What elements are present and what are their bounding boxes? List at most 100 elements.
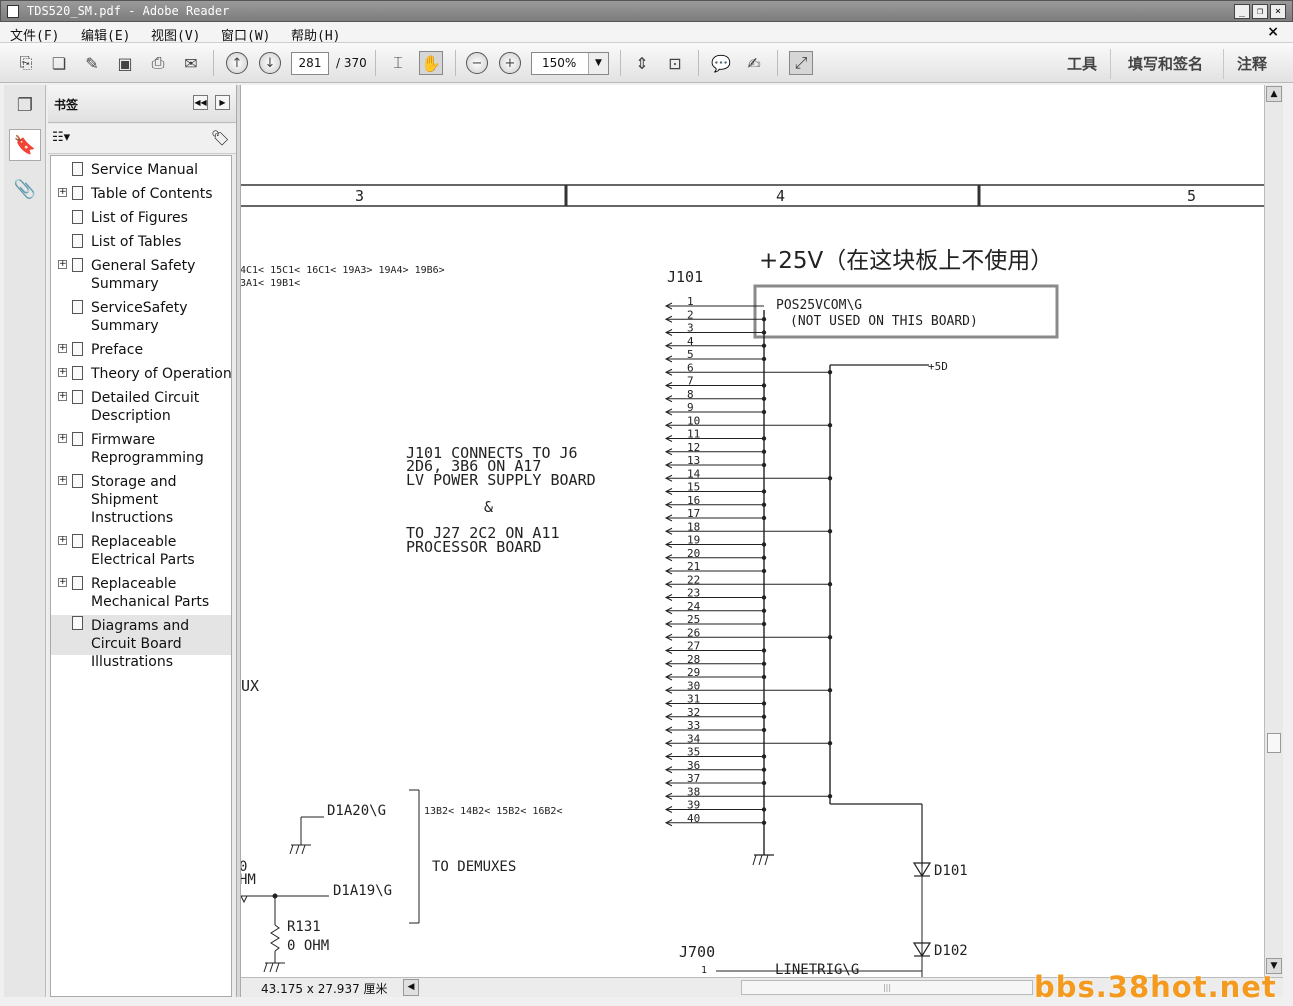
bookmark-diagrams[interactable]: Diagrams and Circuit Board Illustrations [51, 615, 231, 670]
xref-top-1: 4C1< 15C1< 16C1< 19A3> 19A4> 19B6> [241, 265, 445, 276]
expand-icon[interactable]: + [58, 260, 67, 269]
scroll-up-icon[interactable]: ▲ [1266, 86, 1282, 102]
menu-file[interactable]: 文件(F) [10, 25, 59, 44]
bookmark-icon [72, 616, 83, 630]
fit-page-icon[interactable]: ⊡ [663, 51, 687, 75]
pin-number-label: 37 [687, 772, 700, 785]
bookmark-replaceable-mechanical-parts[interactable]: + Replaceable Mechanical Parts [51, 575, 231, 613]
pin-number-label: 2 [687, 308, 694, 321]
close-window-button[interactable]: × [1270, 4, 1286, 19]
pin-number-label: 12 [687, 441, 700, 454]
bookmark-service-manual[interactable]: Service Manual [51, 161, 231, 181]
schematic-page: 3 4 5 +25V（在这块板上不使用） 4C1< 15C1< 16C1< 19… [241, 184, 1264, 977]
window-title: TDS520_SM.pdf - Adobe Reader [27, 4, 230, 18]
expand-icon[interactable]: + [58, 392, 67, 401]
title-bar: TDS520_SM.pdf - Adobe Reader _ ❐ × [0, 0, 1293, 22]
expand-panel-icon[interactable]: ▶ [215, 95, 230, 110]
fit-width-icon[interactable]: ⇕ [630, 51, 654, 75]
edit-pdf-icon[interactable]: ✎ [80, 51, 104, 75]
attachments-icon[interactable]: 📎 [9, 173, 41, 205]
bookmark-firmware-reprogramming[interactable]: + Firmware Reprogramming [51, 431, 231, 469]
print-icon[interactable]: ⎙ [146, 51, 170, 75]
combine-files-icon[interactable]: ❏ [47, 51, 71, 75]
tab-comment[interactable]: 注释 [1237, 53, 1267, 74]
menu-window[interactable]: 窗口(W) [221, 25, 270, 44]
bookmark-icon [72, 432, 83, 446]
minimize-button[interactable]: _ [1234, 4, 1250, 19]
previous-page-icon[interactable]: ↑ [226, 52, 248, 74]
expand-icon[interactable]: + [58, 578, 67, 587]
pin-number-label: 39 [687, 799, 700, 812]
pin-number-label: 5 [687, 348, 694, 361]
pin-number-label: 25 [687, 613, 700, 626]
close-document-icon[interactable]: × [1267, 24, 1279, 40]
bookmark-list-of-tables[interactable]: List of Tables [51, 233, 231, 253]
tab-tools[interactable]: 工具 [1067, 53, 1097, 74]
expand-icon[interactable]: + [58, 368, 67, 377]
bookmark-replaceable-electrical-parts[interactable]: + Replaceable Electrical Parts [51, 533, 231, 571]
full-screen-icon[interactable]: ⤢ [789, 51, 813, 75]
expand-icon[interactable]: + [58, 344, 67, 353]
new-bookmark-icon[interactable]: 🏷 [211, 129, 230, 147]
bookmark-general-safety-summary[interactable]: + General Safety Summary [51, 257, 231, 295]
create-pdf-icon[interactable]: ⎘ [14, 51, 38, 75]
pin-number-label: 22 [687, 573, 700, 586]
page-number-input[interactable]: 281 [291, 52, 329, 75]
chinese-annotation: +25V（在这块板上不使用） [759, 248, 1053, 274]
vertical-scrollbar[interactable]: ▲ ▼ [1264, 85, 1283, 977]
bookmark-service-safety-summary[interactable]: ServiceSafety Summary [51, 299, 231, 337]
diode-d101: D101 [934, 863, 968, 879]
scroll-left-icon[interactable]: ◀ [403, 979, 419, 996]
zoom-out-icon[interactable]: − [466, 52, 488, 74]
pin-number-label: 35 [687, 746, 700, 759]
expand-icon[interactable]: + [58, 536, 67, 545]
bookmark-icon [72, 534, 83, 548]
tab-fill-sign[interactable]: 填写和签名 [1128, 53, 1203, 74]
page-thumbnails-icon[interactable]: ❐ [9, 89, 41, 121]
bookmark-icon [72, 258, 83, 272]
email-icon[interactable]: ✉ [179, 51, 203, 75]
pin1-note: (NOT USED ON THIS BOARD) [790, 314, 978, 329]
pin-number-label: 38 [687, 785, 700, 798]
comment-icon[interactable]: 💬 [709, 51, 733, 75]
bookmarks-title: 书签 [54, 98, 79, 112]
expand-icon[interactable]: + [58, 188, 67, 197]
menu-edit[interactable]: 编辑(E) [81, 25, 130, 44]
horizontal-scrollbar[interactable]: ||| [741, 980, 1033, 995]
pin-number-label: 19 [687, 534, 700, 547]
sign-icon[interactable]: ✍ [742, 51, 766, 75]
pin-number-label: 15 [687, 481, 700, 494]
save-icon[interactable]: ▣ [113, 51, 137, 75]
scroll-thumb[interactable] [1267, 733, 1281, 753]
bookmark-preface[interactable]: + Preface [51, 341, 231, 361]
pin-number-label: 3 [687, 322, 694, 335]
collapse-panel-icon[interactable]: ◀◀ [193, 95, 208, 110]
pin-number-label: 10 [687, 414, 700, 427]
bookmark-detailed-circuit-description[interactable]: + Detailed Circuit Description [51, 389, 231, 427]
bookmark-icon [72, 576, 83, 590]
document-view[interactable]: 3 4 5 +25V（在这块板上不使用） 4C1< 15C1< 16C1< 19… [241, 85, 1264, 977]
expand-icon[interactable]: + [58, 476, 67, 485]
bookmark-icon [72, 186, 83, 200]
connector-label: J101 [667, 268, 703, 286]
zoom-in-icon[interactable]: + [499, 52, 521, 74]
expand-icon[interactable]: + [58, 434, 67, 443]
chevron-down-icon[interactable]: ▼ [588, 53, 608, 74]
pin-number-label: 27 [687, 640, 700, 653]
pin-number-label: 6 [687, 361, 694, 374]
options-menu-icon[interactable]: ☷▾ [52, 130, 70, 145]
pin-number-label: 21 [687, 560, 700, 573]
bookmark-table-of-contents[interactable]: + Table of Contents [51, 185, 231, 205]
bookmark-storage-shipment[interactable]: + Storage and Shipment Instructions [51, 473, 231, 529]
bookmarks-icon[interactable]: 🔖 [9, 129, 41, 161]
restore-button[interactable]: ❐ [1252, 4, 1268, 19]
pin-number-label: 26 [687, 626, 700, 639]
zoom-select[interactable]: 150% ▼ [531, 52, 609, 75]
menu-view[interactable]: 视图(V) [151, 25, 200, 44]
next-page-icon[interactable]: ↓ [259, 52, 281, 74]
menu-help[interactable]: 帮助(H) [291, 25, 340, 44]
bookmark-theory-of-operation[interactable]: + Theory of Operation [51, 365, 231, 385]
select-tool-icon[interactable]: ⌶ [386, 51, 410, 75]
bookmark-list-of-figures[interactable]: List of Figures [51, 209, 231, 229]
hand-tool-icon[interactable]: ✋ [419, 51, 443, 75]
